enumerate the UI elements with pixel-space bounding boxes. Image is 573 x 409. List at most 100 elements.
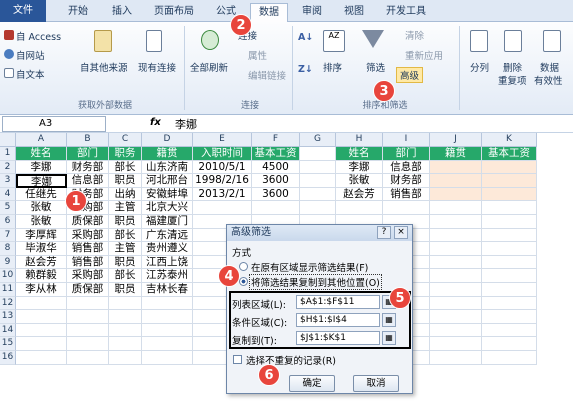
criteria-cell[interactable]: 销售部 [383,187,430,202]
cell[interactable] [300,147,336,161]
row-header[interactable]: 6 [0,215,16,229]
tab-data[interactable]: 数据 [250,3,288,23]
criteria-cell[interactable]: 张敏 [336,174,383,188]
row-header[interactable]: 1 [0,147,16,161]
from-access-button[interactable]: 自 Access [16,29,61,43]
criteria-empty-cell[interactable] [430,174,482,188]
copy-to-input[interactable]: $J$1:$K$1 [296,331,380,345]
cell[interactable] [482,242,537,256]
clear-button[interactable]: 清除 [405,28,424,42]
row-header[interactable]: 16 [0,351,16,365]
table-cell[interactable]: 3600 [252,187,300,202]
table-cell[interactable]: 部长 [109,269,142,283]
cell[interactable] [430,310,482,324]
radio-copy-to[interactable] [239,277,248,286]
table-cell[interactable]: 北京大兴 [142,201,193,215]
cell[interactable] [142,351,193,365]
table-cell[interactable]: 1998/2/16 [193,174,252,188]
column-header[interactable]: A [16,133,67,147]
column-header[interactable]: I [383,133,430,147]
sort-za-icon[interactable]: Z↓ [298,64,313,75]
table-cell[interactable]: 4500 [252,160,300,175]
cell[interactable] [482,337,537,351]
properties-button[interactable]: 属性 [248,48,267,62]
column-header[interactable]: E [193,133,252,147]
criteria-cell[interactable]: 李娜 [336,160,383,175]
table-cell[interactable]: 信息部 [67,174,109,188]
data-validation-button[interactable]: 数据 [540,60,559,74]
cell[interactable] [67,323,109,338]
sort-button[interactable]: 排序 [323,60,342,74]
table-cell[interactable]: 销售部 [67,242,109,256]
table-cell[interactable]: 2013/2/1 [193,187,252,202]
reapply-button[interactable]: 重新应用 [405,48,443,62]
cell[interactable] [430,296,482,311]
copy-to-picker-icon[interactable]: ▦ [382,331,396,345]
column-header[interactable]: J [430,133,482,147]
cell[interactable] [300,187,336,202]
cell[interactable] [383,201,430,215]
cell[interactable] [482,201,537,215]
cell[interactable] [67,337,109,351]
table-cell[interactable]: 安徽蚌埠 [142,187,193,202]
table-cell[interactable]: 江苏泰州 [142,269,193,283]
active-cell-a3[interactable]: 李娜 [16,174,67,188]
table-cell[interactable]: 吉林长春 [142,283,193,297]
cell[interactable] [16,296,67,311]
table-cell[interactable]: 财务部 [67,160,109,175]
column-header[interactable]: F [252,133,300,147]
table-cell[interactable]: 赵会芳 [16,255,67,270]
unique-records-checkbox[interactable] [233,355,242,364]
row-header[interactable]: 3 [0,174,16,188]
cell[interactable] [16,337,67,351]
table-cell[interactable]: 职员 [109,255,142,270]
dialog-close-button[interactable]: × [394,226,408,239]
table-cell[interactable]: 采购部 [67,228,109,243]
cell[interactable] [430,269,482,283]
ok-button[interactable]: 确定 [289,375,335,392]
table-cell[interactable]: 部长 [109,160,142,175]
dialog-help-button[interactable]: ? [377,226,391,239]
criteria-cell[interactable]: 财务部 [383,174,430,188]
table-cell[interactable]: 质保部 [67,215,109,229]
criteria-empty-cell[interactable] [430,187,482,202]
criteria-header-cell[interactable]: 基本工资 [482,147,537,161]
cell[interactable] [482,351,537,365]
table-cell[interactable]: 张敏 [16,215,67,229]
cell[interactable] [430,215,482,229]
name-box[interactable]: A3 [2,116,106,132]
table-cell[interactable] [252,201,300,215]
cell[interactable] [482,283,537,297]
remove-duplicates-button[interactable]: 删除 [503,60,522,74]
table-cell[interactable]: 李厚辉 [16,228,67,243]
fx-icon[interactable]: fx [150,117,161,128]
cell[interactable] [109,310,142,324]
table-header-cell[interactable]: 入职时间 [193,147,252,161]
cell[interactable] [16,323,67,338]
other-sources-button[interactable]: 自其他来源 [80,60,128,74]
criteria-cell[interactable]: 赵会芳 [336,187,383,202]
table-cell[interactable]: 福建厦门 [142,215,193,229]
criteria-empty-cell[interactable] [482,174,537,188]
cell[interactable] [67,351,109,365]
row-header[interactable]: 2 [0,160,16,175]
cell[interactable] [300,201,336,215]
criteria-empty-cell[interactable] [482,160,537,175]
row-header[interactable]: 15 [0,337,16,351]
cell[interactable] [142,323,193,338]
cell[interactable] [16,351,67,365]
cell[interactable] [336,201,383,215]
table-header-cell[interactable]: 基本工资 [252,147,300,161]
cell[interactable] [142,296,193,311]
cell[interactable] [430,283,482,297]
cell[interactable] [430,337,482,351]
formula-input[interactable]: 李娜 [175,116,197,132]
tab-review[interactable]: 审阅 [294,3,330,22]
criteria-range-picker-icon[interactable]: ▦ [382,313,396,327]
row-header[interactable]: 13 [0,310,16,324]
table-cell[interactable]: 部长 [109,228,142,243]
cell[interactable] [482,228,537,243]
table-cell[interactable]: 质保部 [67,283,109,297]
radio-in-place[interactable] [239,262,248,271]
column-header[interactable]: D [142,133,193,147]
